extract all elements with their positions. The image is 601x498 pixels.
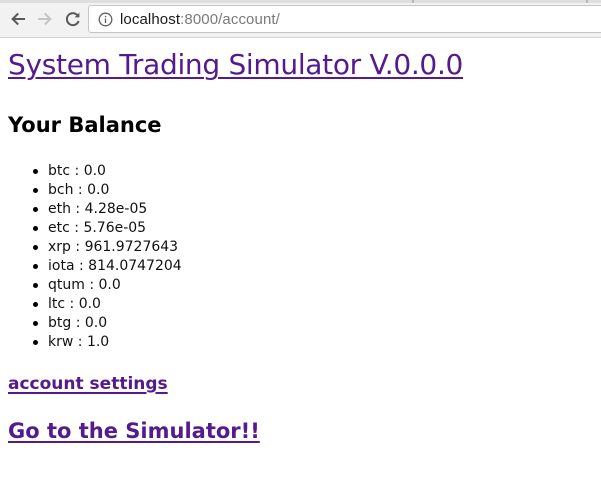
account-settings-link[interactable]: account settings <box>8 374 168 394</box>
balance-coin: iota <box>48 258 75 274</box>
balance-separator: : <box>70 201 85 217</box>
info-circle-icon[interactable] <box>97 11 113 27</box>
tab-strip-edge <box>0 0 601 3</box>
balance-item-eth: eth : 4.28e-05 <box>33 200 593 219</box>
balance-separator: : <box>84 277 99 293</box>
balance-amount: 4.28e-05 <box>84 201 148 217</box>
bullet-icon <box>33 283 38 288</box>
arrow-right-icon <box>38 12 52 26</box>
balance-amount: 0.0 <box>78 296 101 312</box>
bullet-icon <box>33 302 38 307</box>
bullet-icon <box>33 321 38 326</box>
balance-amount: 0.0 <box>98 277 121 293</box>
balance-separator: : <box>70 163 84 179</box>
balance-coin: eth <box>48 201 71 217</box>
simulator-link[interactable]: Go to the Simulator!! <box>8 419 260 443</box>
bullet-icon <box>33 340 38 345</box>
balance-separator: : <box>70 239 85 255</box>
balance-amount: 961.9727643 <box>84 239 179 255</box>
balance-coin: etc <box>48 220 70 236</box>
bullet-icon <box>33 226 38 231</box>
balance-item-ltc: ltc : 0.0 <box>33 295 593 314</box>
balance-amount: 0.0 <box>84 315 108 331</box>
url-path: :8000/account/ <box>180 10 280 28</box>
page-content: System Trading Simulator V.0.0.0 Your Ba… <box>8 38 593 445</box>
balance-coin: xrp <box>48 239 71 255</box>
balance-item-btg: btg : 0.0 <box>33 314 593 333</box>
balance-coin: krw <box>48 334 74 350</box>
balance-separator: : <box>71 315 85 331</box>
balance-heading: Your Balance <box>8 113 162 137</box>
reload-icon <box>65 12 80 27</box>
balance-separator: : <box>74 258 89 274</box>
simulator-heading: Go to the Simulator!! <box>8 417 593 445</box>
balance-coin: qtum <box>48 277 85 293</box>
balance-coin: ltc <box>48 296 66 312</box>
balance-separator: : <box>65 296 79 312</box>
balance-amount: 0.0 <box>83 163 106 179</box>
balance-item-iota: iota : 814.0747204 <box>33 257 593 276</box>
url-text: localhost:8000/account/ <box>120 11 280 28</box>
balance-coin: bch <box>48 182 74 198</box>
balance-amount: 1.0 <box>86 334 110 350</box>
bullet-icon <box>33 245 38 250</box>
balance-separator: : <box>73 334 87 350</box>
balance-item-xrp: xrp : 961.9727643 <box>33 238 593 257</box>
tab-divider <box>586 0 588 3</box>
balance-amount: 0.0 <box>87 182 110 198</box>
tab-divider <box>412 0 414 3</box>
balance-list: btc : 0.0 bch : 0.0 eth : 4.28e-05 etc :… <box>8 162 593 352</box>
browser-toolbar: localhost:8000/account/ <box>0 0 601 38</box>
balance-amount: 814.0747204 <box>88 258 182 274</box>
bullet-icon <box>33 188 38 193</box>
bullet-icon <box>33 207 38 212</box>
back-button[interactable] <box>7 8 29 30</box>
balance-item-btc: btc : 0.0 <box>33 162 593 181</box>
balance-coin: btg <box>48 315 72 331</box>
home-link[interactable]: System Trading Simulator V.0.0.0 <box>8 48 463 81</box>
address-bar[interactable]: localhost:8000/account/ <box>88 5 601 33</box>
balance-item-qtum: qtum : 0.0 <box>33 276 593 295</box>
page-title: System Trading Simulator V.0.0.0 <box>8 46 593 84</box>
balance-item-bch: bch : 0.0 <box>33 181 593 200</box>
url-host: localhost <box>120 10 181 28</box>
balance-amount: 5.76e-05 <box>83 220 147 236</box>
bullet-icon <box>33 169 38 174</box>
settings-heading: account settings <box>8 373 593 395</box>
balance-separator: : <box>69 220 84 236</box>
forward-button[interactable] <box>34 8 56 30</box>
balance-coin: btc <box>48 163 71 179</box>
balance-item-krw: krw : 1.0 <box>33 333 593 352</box>
balance-separator: : <box>73 182 88 198</box>
bullet-icon <box>33 264 38 269</box>
balance-item-etc: etc : 5.76e-05 <box>33 219 593 238</box>
reload-button[interactable] <box>62 8 84 30</box>
arrow-left-icon <box>11 12 25 26</box>
